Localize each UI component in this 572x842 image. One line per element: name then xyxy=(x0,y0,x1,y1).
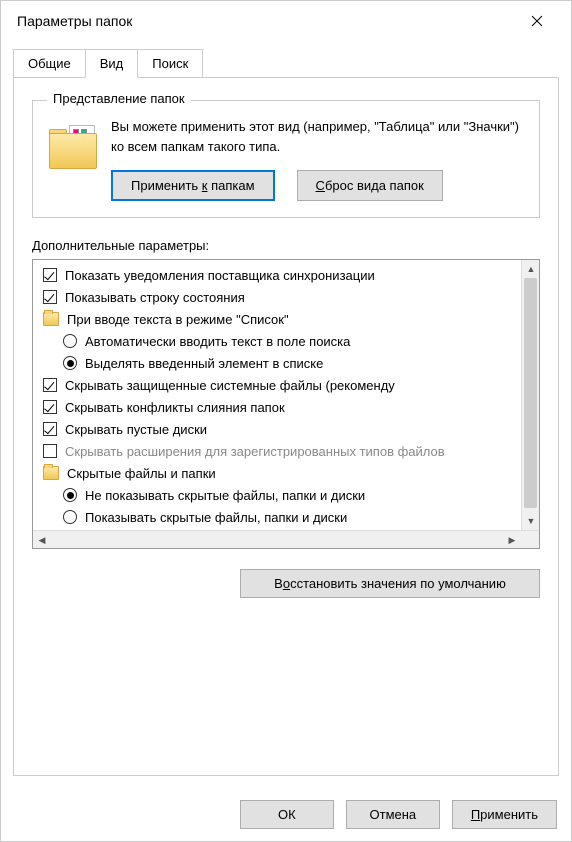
tab-search[interactable]: Поиск xyxy=(137,49,203,78)
checkbox[interactable] xyxy=(43,378,57,392)
tree-item[interactable]: Скрывать расширения для зарегистрированн… xyxy=(33,440,521,462)
tree-item[interactable]: Скрывать конфликты слияния папок xyxy=(33,396,521,418)
apply-button[interactable]: Применить xyxy=(452,800,557,829)
tree-item-label: Скрывать защищенные системные файлы (рек… xyxy=(65,378,395,393)
tree-item-label: Не показывать скрытые файлы, папки и дис… xyxy=(85,488,365,503)
radio[interactable] xyxy=(63,334,77,348)
tree-item-label: Скрывать расширения для зарегистрированн… xyxy=(65,444,445,459)
folder-views-group: Представление папок Вы можете применить … xyxy=(32,100,540,218)
tree-item-label: Выделять введенный элемент в списке xyxy=(85,356,323,371)
horizontal-scrollbar[interactable]: ◀ ▶ xyxy=(33,530,539,548)
titlebar: Параметры папок xyxy=(1,1,571,41)
tree-item[interactable]: Показывать строку состояния xyxy=(33,286,521,308)
tree-item-label: Показывать строку состояния xyxy=(65,290,245,305)
scroll-up-arrow[interactable]: ▲ xyxy=(522,260,540,278)
checkbox[interactable] xyxy=(43,268,57,282)
tree-item-label: Автоматически вводить текст в поле поиск… xyxy=(85,334,350,349)
tab-view[interactable]: Вид xyxy=(85,49,139,78)
folder-views-row: Вы можете применить этот вид (например, … xyxy=(49,117,523,201)
restore-defaults-button[interactable]: Восстановить значения по умолчанию xyxy=(240,569,540,598)
scroll-right-arrow[interactable]: ▶ xyxy=(503,531,521,549)
advanced-settings-label: Дополнительные параметры: xyxy=(32,238,540,253)
vertical-scrollbar[interactable]: ▲ ▼ xyxy=(521,260,539,530)
tree-body: Показать уведомления поставщика синхрони… xyxy=(33,260,521,530)
tree-item-label: Показывать скрытые файлы, папки и диски xyxy=(85,510,347,525)
checkbox[interactable] xyxy=(43,444,57,458)
dialog-button-bar: ОК Отмена Применить xyxy=(1,788,571,841)
scroll-corner xyxy=(521,531,539,549)
checkbox[interactable] xyxy=(43,400,57,414)
tree-item[interactable]: Показать уведомления поставщика синхрони… xyxy=(33,264,521,286)
cancel-button[interactable]: Отмена xyxy=(346,800,440,829)
tab-general[interactable]: Общие xyxy=(13,49,86,78)
tree-item[interactable]: Скрывать пустые диски xyxy=(33,418,521,440)
tab-panel-view: Представление папок Вы можете применить … xyxy=(13,77,559,776)
tree-item[interactable]: Скрытые файлы и папки xyxy=(33,462,521,484)
checkbox[interactable] xyxy=(43,290,57,304)
folder-icon xyxy=(43,466,59,480)
scroll-down-arrow[interactable]: ▼ xyxy=(522,512,540,530)
close-button[interactable] xyxy=(515,6,559,36)
scroll-left-arrow[interactable]: ◀ xyxy=(33,531,51,549)
close-icon xyxy=(531,15,543,27)
tree-item-label: При вводе текста в режиме "Список" xyxy=(67,312,289,327)
tree-item-label: Показать уведомления поставщика синхрони… xyxy=(65,268,375,283)
tab-strip: Общие Вид Поиск xyxy=(13,49,559,78)
folder-views-group-title: Представление папок xyxy=(47,91,191,106)
checkbox[interactable] xyxy=(43,422,57,436)
folder-icon xyxy=(49,121,97,169)
radio[interactable] xyxy=(63,356,77,370)
tree-item[interactable]: Показывать скрытые файлы, папки и диски xyxy=(33,506,521,528)
tree-item-label: Скрывать пустые диски xyxy=(65,422,207,437)
tree-item[interactable]: Выделять введенный элемент в списке xyxy=(33,352,521,374)
tree-item[interactable]: Автоматически вводить текст в поле поиск… xyxy=(33,330,521,352)
ok-button[interactable]: ОК xyxy=(240,800,334,829)
content-area: Общие Вид Поиск Представление папок xyxy=(1,41,571,788)
apply-to-folders-button[interactable]: Применить к папкам xyxy=(111,170,275,201)
reset-folders-button[interactable]: Сброс вида папок xyxy=(297,170,443,201)
tree-item[interactable]: Скрывать защищенные системные файлы (рек… xyxy=(33,374,521,396)
folder-views-description: Вы можете применить этот вид (например, … xyxy=(111,117,523,156)
folder-options-dialog: Параметры папок Общие Вид Поиск Представ… xyxy=(0,0,572,842)
advanced-settings-tree: Показать уведомления поставщика синхрони… xyxy=(32,259,540,549)
window-title: Параметры папок xyxy=(17,13,132,29)
folder-icon xyxy=(43,312,59,326)
scroll-thumb-v[interactable] xyxy=(524,278,537,508)
tree-item-label: Скрывать конфликты слияния папок xyxy=(65,400,285,415)
radio[interactable] xyxy=(63,510,77,524)
tree-item[interactable]: Не показывать скрытые файлы, папки и дис… xyxy=(33,484,521,506)
tree-item-label: Скрытые файлы и папки xyxy=(67,466,216,481)
radio[interactable] xyxy=(63,488,77,502)
tree-item[interactable]: При вводе текста в режиме "Список" xyxy=(33,308,521,330)
